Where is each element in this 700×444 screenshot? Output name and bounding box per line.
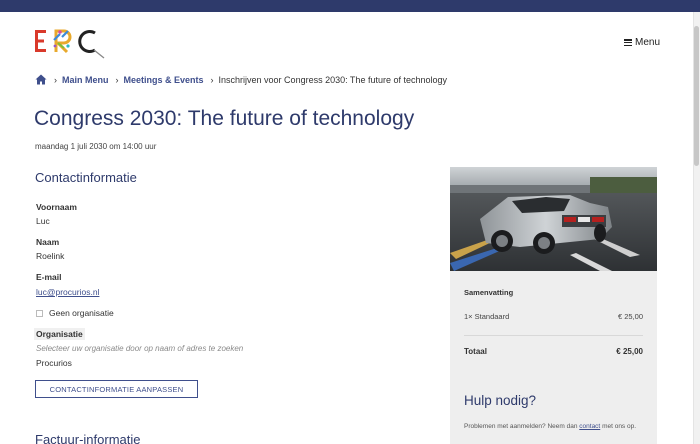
email-label: E-mail — [36, 272, 62, 282]
top-bar — [0, 0, 700, 12]
page-title: Congress 2030: The future of technology — [34, 107, 415, 130]
chevron-right-icon: › — [210, 74, 214, 85]
summary-panel: Samenvatting 1× Standaard € 25,00 Totaal… — [450, 271, 657, 444]
email-link[interactable]: luc@procurios.nl — [36, 287, 99, 297]
total-price: € 25,00 — [616, 347, 643, 356]
summary-title: Samenvatting — [464, 288, 514, 297]
breadcrumb: › Main Menu › Meetings & Events › Inschr… — [35, 74, 447, 85]
edit-contact-button[interactable]: CONTACTINFORMATIE AANPASSEN — [35, 380, 198, 398]
invoice-section-title: Factuur-informatie — [35, 432, 141, 444]
contact-link[interactable]: contact — [579, 423, 600, 430]
delorean-car-image — [450, 167, 657, 271]
scrollbar[interactable] — [693, 12, 700, 444]
summary-divider — [464, 335, 643, 336]
help-text: Problemen met aanmelden? Neem dan contac… — [464, 421, 649, 432]
event-date: maandag 1 juli 2030 om 14:00 uur — [35, 142, 157, 151]
chevron-right-icon: › — [54, 74, 57, 85]
chevron-right-icon: › — [115, 74, 119, 85]
first-name-label: Voornaam — [36, 202, 77, 212]
first-name-value: Luc — [36, 216, 50, 226]
event-photo — [450, 167, 657, 271]
menu-label: Menu — [635, 37, 661, 48]
home-icon[interactable] — [35, 74, 47, 85]
breadcrumb-meetings-events[interactable]: Meetings & Events — [124, 75, 204, 85]
scrollbar-thumb[interactable] — [694, 26, 699, 166]
help-title: Hulp nodig? — [464, 393, 537, 408]
erc-logo[interactable] — [34, 26, 106, 60]
checkbox-box[interactable] — [36, 309, 43, 317]
summary-line-item: 1× Standaard € 25,00 — [464, 312, 643, 321]
no-organisation-checkbox[interactable]: Geen organisatie — [36, 308, 114, 318]
line-item-label: 1× Standaard — [464, 312, 510, 321]
no-organisation-label: Geen organisatie — [49, 308, 114, 318]
help-text-after: met ons op. — [602, 423, 637, 430]
total-label: Totaal — [464, 347, 487, 356]
last-name-value: Roelink — [36, 251, 65, 261]
summary-total: Totaal € 25,00 — [464, 347, 643, 356]
breadcrumb-current: Inschrijven voor Congress 2030: The futu… — [218, 74, 447, 85]
line-item-price: € 25,00 — [617, 312, 643, 321]
organisation-label: Organisatie — [34, 328, 85, 340]
menu-button[interactable]: Menu — [624, 37, 660, 48]
erc-logo-graphic — [35, 29, 105, 59]
help-text-before: Problemen met aanmelden? Neem dan — [464, 423, 578, 430]
hamburger-icon — [624, 39, 632, 46]
contact-section-title: Contactinformatie — [35, 170, 137, 185]
last-name-label: Naam — [36, 237, 60, 247]
organisation-hint: Selecteer uw organisatie door op naam of… — [36, 344, 244, 353]
organisation-value: Procurios — [36, 358, 72, 368]
breadcrumb-main-menu[interactable]: Main Menu — [62, 75, 109, 85]
